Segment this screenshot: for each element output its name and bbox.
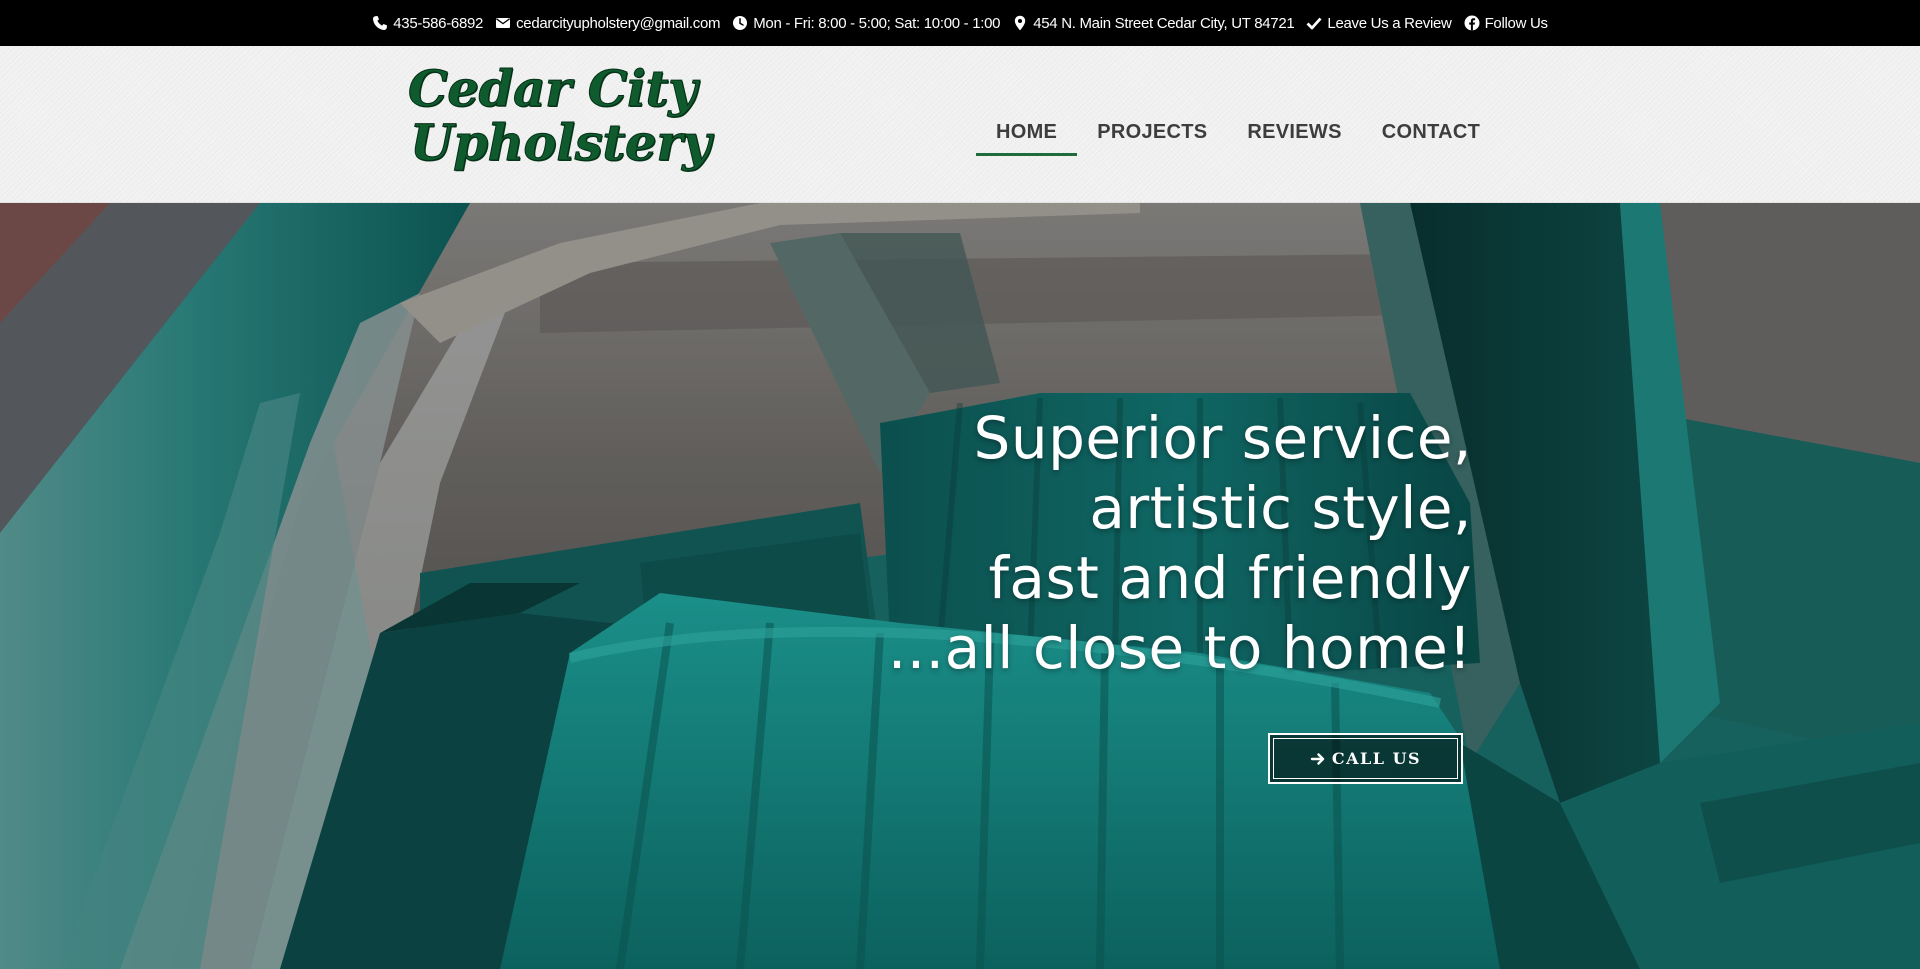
- nav-home[interactable]: HOME: [976, 110, 1078, 156]
- phone-link[interactable]: 435-586-6892: [372, 15, 483, 32]
- nav-projects[interactable]: PROJECTS: [1077, 110, 1227, 154]
- top-info-bar: 435-586-6892 cedarcityupholstery@gmail.c…: [0, 0, 1920, 46]
- hours-info: Mon - Fri: 8:00 - 5:00; Sat: 10:00 - 1:0…: [732, 14, 1001, 32]
- review-link[interactable]: Leave Us a Review: [1306, 14, 1452, 32]
- logo-line-1: Cedar City: [408, 59, 698, 118]
- follow-link[interactable]: Follow Us: [1464, 15, 1548, 32]
- main-nav: HOME PROJECTS REVIEWS CONTACT: [976, 110, 1500, 156]
- email-text: cedarcityupholstery@gmail.com: [516, 14, 721, 32]
- site-logo[interactable]: Cedar City Upholstery: [408, 59, 712, 186]
- arrow-right-icon: [1310, 751, 1326, 767]
- follow-text: Follow Us: [1484, 14, 1548, 32]
- review-text: Leave Us a Review: [1327, 14, 1452, 32]
- hero-headline: Superior service, artistic style, fast a…: [888, 403, 1472, 683]
- nav-contact[interactable]: CONTACT: [1362, 110, 1500, 154]
- envelope-icon: [495, 15, 511, 31]
- email-link[interactable]: cedarcityupholstery@gmail.com: [495, 14, 721, 32]
- headline-line-3: fast and friendly: [988, 544, 1472, 612]
- headline-line-2: artistic style,: [1089, 474, 1472, 542]
- phone-icon: [372, 15, 388, 31]
- address-text: 454 N. Main Street Cedar City, UT 84721: [1033, 14, 1295, 32]
- clock-icon: [732, 15, 748, 31]
- hero-section: Superior service, artistic style, fast a…: [0, 203, 1920, 969]
- headline-line-1: Superior service,: [973, 404, 1472, 472]
- logo-line-2: Upholstery: [410, 113, 712, 172]
- hours-text: Mon - Fri: 8:00 - 5:00; Sat: 10:00 - 1:0…: [753, 14, 1001, 32]
- address-link[interactable]: 454 N. Main Street Cedar City, UT 84721: [1012, 14, 1295, 32]
- headline-line-4: ...all close to home!: [887, 614, 1472, 682]
- call-us-label: CALL US: [1331, 749, 1422, 768]
- map-marker-icon: [1012, 15, 1028, 31]
- site-header: Cedar City Upholstery HOME PROJECTS REVI…: [0, 46, 1920, 203]
- check-icon: [1306, 15, 1322, 31]
- phone-text: 435-586-6892: [393, 14, 484, 32]
- facebook-icon: [1464, 15, 1480, 31]
- call-us-button[interactable]: CALL US: [1268, 733, 1463, 784]
- nav-reviews[interactable]: REVIEWS: [1227, 110, 1361, 154]
